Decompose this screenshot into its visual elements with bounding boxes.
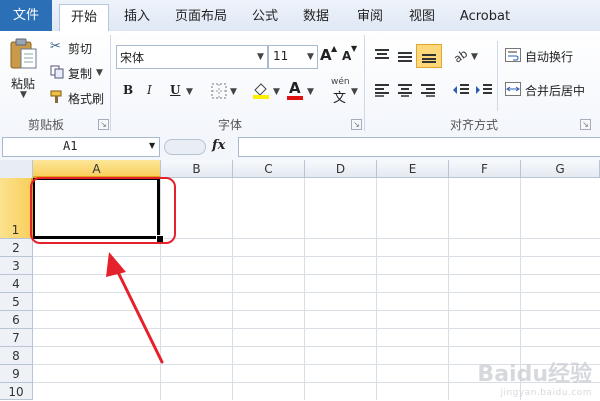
group-separator [364, 35, 365, 131]
ribbon-tab-bar: 文件 开始 插入 页面布局 公式 数据 审阅 视图 Acrobat [0, 0, 600, 33]
border-dropdown-icon[interactable]: ▼ [230, 87, 237, 97]
watermark-url: jingyan.baidu.com [500, 388, 592, 398]
copy-dropdown-icon: ▼ [96, 68, 103, 78]
grow-font-button[interactable]: A ▲ [320, 44, 338, 66]
font-name-select[interactable]: 宋体 ▼ [116, 45, 268, 69]
tab-review[interactable]: 审阅 [350, 4, 390, 30]
cut-label: 剪切 [68, 42, 93, 56]
format-painter-label: 格式刷 [68, 92, 105, 106]
font-name-value: 宋体 [120, 51, 145, 65]
formula-bar-splitter[interactable] [164, 139, 206, 155]
wrap-text-button[interactable]: 自动换行 [505, 47, 595, 65]
font-size-select[interactable]: 11 ▼ [268, 45, 318, 69]
fill-color-icon[interactable] [252, 81, 270, 99]
worksheet-grid: A B C D E F G 1 2 3 4 5 6 7 8 9 10 Baidu… [0, 160, 600, 400]
font-launcher-icon[interactable]: ↘ [351, 119, 362, 130]
shrink-font-button[interactable]: A ▼ [342, 44, 360, 66]
merge-center-label: 合并后居中 [525, 84, 586, 98]
align-top-icon[interactable] [374, 48, 390, 62]
formula-input[interactable] [238, 137, 600, 157]
tab-acrobat[interactable]: Acrobat [454, 4, 516, 30]
paste-button[interactable]: 粘贴 ▼ [6, 37, 42, 100]
underline-button[interactable]: U [170, 83, 180, 97]
chevron-down-icon: ▼ [307, 52, 314, 62]
font-color-icon: A [289, 79, 301, 97]
align-right-icon[interactable] [420, 83, 436, 97]
align-center-icon[interactable] [397, 83, 413, 97]
clipboard-launcher-icon[interactable]: ↘ [98, 119, 109, 130]
up-caret-icon: ▲ [331, 44, 338, 53]
fill-color-dropdown-icon[interactable]: ▼ [273, 87, 280, 97]
shrink-font-icon: A [342, 49, 352, 63]
font-size-value: 11 [273, 49, 289, 63]
underline-dropdown-icon[interactable]: ▼ [186, 87, 193, 97]
font-color-swatch [287, 96, 303, 100]
phonetic-guide-glyph: wén [331, 77, 350, 87]
tab-view[interactable]: 视图 [402, 4, 442, 30]
tab-data[interactable]: 数据 [296, 4, 336, 30]
watermark: Baidu经验 jingyan.baidu.com [477, 356, 592, 398]
alignment-group-label: 对齐方式 [450, 118, 499, 132]
font-color-button[interactable]: A [287, 79, 305, 101]
name-box-value: A1 [63, 139, 78, 153]
bold-button[interactable]: B [123, 83, 133, 97]
tab-page-layout[interactable]: 页面布局 [170, 4, 232, 30]
copy-label: 复制 [68, 67, 93, 81]
merge-center-button[interactable]: 合并后居中 [505, 81, 600, 99]
formula-bar: A1 ▼ fx [0, 134, 600, 161]
ribbon-home: 粘贴 ▼ ✂ 剪切 复制 ▼ 格式刷 剪贴板 ↘ 宋体 ▼ 11 ▼ A ▲ A… [0, 31, 600, 135]
svg-text:ab: ab [452, 47, 470, 63]
tab-insert[interactable]: 插入 [115, 4, 159, 30]
align-middle-icon[interactable] [397, 49, 413, 63]
italic-button[interactable]: I [147, 83, 152, 97]
orientation-dropdown-icon[interactable]: ▼ [471, 52, 478, 62]
font-group-label: 字体 [218, 118, 243, 132]
font-color-dropdown-icon[interactable]: ▼ [307, 87, 314, 97]
wrap-text-icon [505, 48, 521, 62]
decrease-indent-icon[interactable] [452, 83, 470, 97]
chevron-down-icon: ▼ [257, 52, 264, 62]
scissors-icon: ✂ [50, 39, 61, 54]
merge-center-icon [505, 82, 521, 96]
clipboard-group-label: 剪贴板 [28, 118, 65, 132]
increase-indent-icon[interactable] [475, 83, 493, 97]
paste-icon [10, 38, 37, 69]
format-painter-button[interactable]: 格式刷 [50, 89, 110, 107]
copy-button[interactable]: 复制 ▼ [50, 64, 110, 82]
border-icon[interactable] [211, 83, 227, 99]
phonetic-dropdown-icon[interactable]: ▼ [351, 87, 358, 97]
down-caret-icon: ▼ [351, 44, 358, 53]
watermark-brand: Baidu经验 [477, 362, 592, 387]
grow-font-icon: A [320, 46, 332, 64]
tab-home[interactable]: 开始 [59, 4, 109, 33]
alignment-launcher-icon[interactable]: ↘ [580, 119, 591, 130]
group-separator [497, 41, 498, 111]
tab-formulas[interactable]: 公式 [245, 4, 285, 30]
group-separator [110, 35, 111, 131]
chevron-down-icon: ▼ [149, 141, 156, 150]
align-left-icon[interactable] [374, 83, 390, 97]
wrap-text-label: 自动换行 [525, 50, 574, 64]
paste-dropdown-icon: ▼ [20, 90, 27, 100]
tab-file[interactable]: 文件 [0, 0, 52, 31]
phonetic-guide-icon: 文 [333, 91, 347, 106]
align-bottom-icon [422, 54, 436, 63]
paintbrush-icon [50, 90, 62, 103]
cut-button[interactable]: ✂ 剪切 [50, 39, 110, 57]
orientation-icon[interactable]: ab [452, 47, 470, 63]
name-box[interactable]: A1 ▼ [2, 137, 160, 157]
align-bottom-button[interactable] [416, 44, 442, 68]
copy-icon [50, 65, 64, 79]
insert-function-button[interactable]: fx [212, 138, 225, 153]
